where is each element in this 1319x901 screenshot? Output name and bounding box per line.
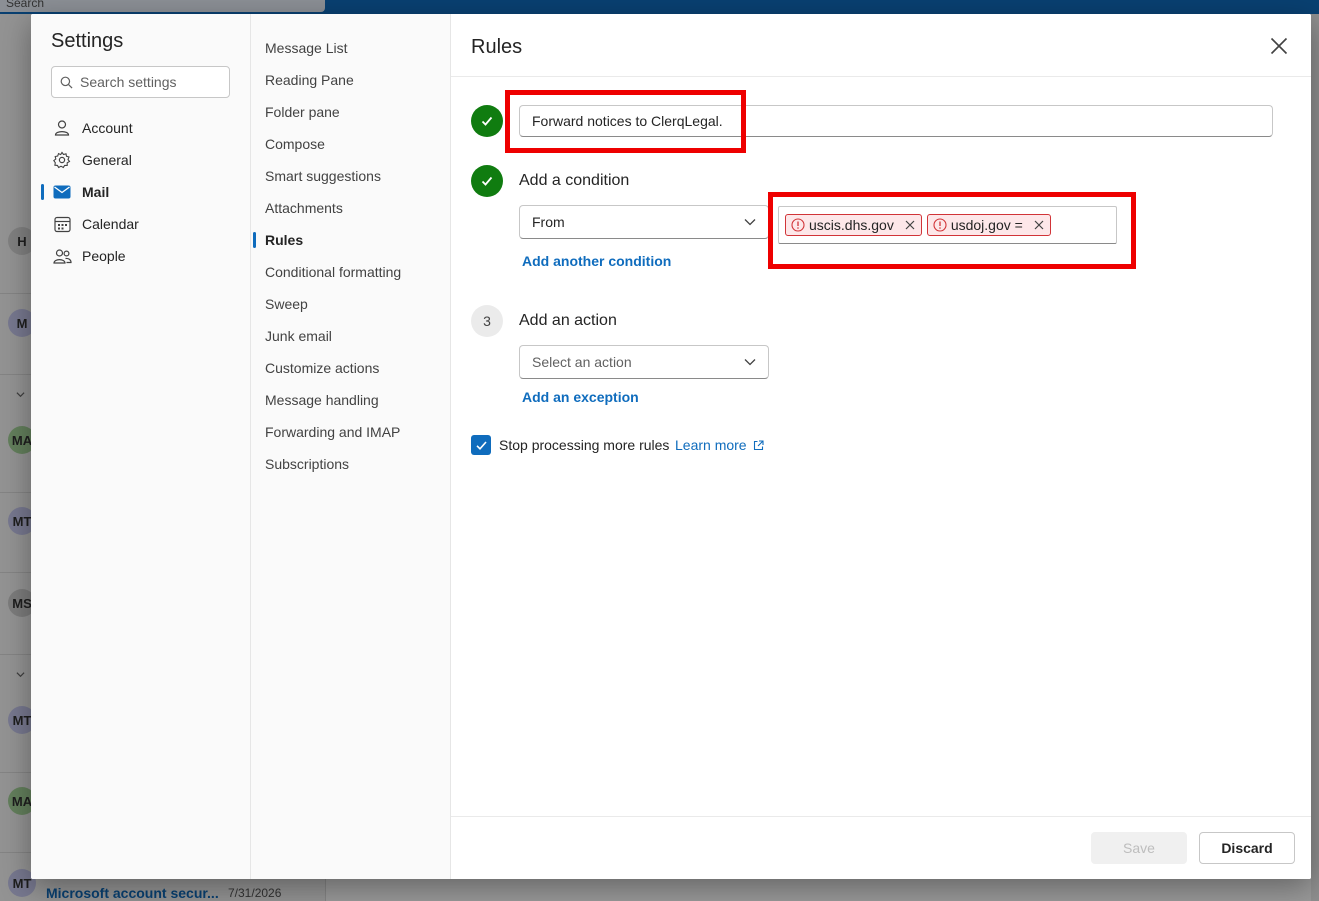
stop-processing-checkbox[interactable] bbox=[471, 435, 491, 455]
action-heading: Add an action bbox=[519, 312, 617, 329]
step-1-complete-badge bbox=[471, 105, 503, 137]
nav-item-label: People bbox=[82, 248, 126, 264]
remove-chip-icon[interactable] bbox=[1032, 218, 1046, 232]
subnav-item-rules[interactable]: Rules bbox=[253, 224, 445, 256]
nav-item-label: General bbox=[82, 152, 132, 168]
add-another-condition-link[interactable]: Add another condition bbox=[522, 253, 671, 269]
error-icon bbox=[791, 218, 805, 232]
settings-title: Settings bbox=[51, 30, 124, 52]
subnav-item-compose[interactable]: Compose bbox=[265, 128, 445, 160]
subnav-item-forwarding-imap[interactable]: Forwarding and IMAP bbox=[265, 416, 445, 448]
subnav-item-conditional-formatting[interactable]: Conditional formatting bbox=[265, 256, 445, 288]
subnav-item-smart-suggestions[interactable]: Smart suggestions bbox=[265, 160, 445, 192]
chevron-down-icon bbox=[744, 219, 756, 226]
condition-dropdown-value: From bbox=[532, 214, 565, 230]
address-chip-label: uscis.dhs.gov bbox=[809, 217, 894, 233]
subnav-item-message-list[interactable]: Message List bbox=[265, 32, 445, 64]
checkmark-icon bbox=[481, 176, 493, 186]
rule-name-input[interactable] bbox=[519, 105, 1273, 137]
add-exception-link[interactable]: Add an exception bbox=[522, 389, 639, 405]
subnav-item-subscriptions[interactable]: Subscriptions bbox=[265, 448, 445, 480]
step-3-badge: 3 bbox=[471, 305, 503, 337]
stop-processing-label: Stop processing more rules bbox=[499, 437, 670, 453]
address-chip[interactable]: usdoj.gov = bbox=[926, 214, 1051, 236]
nav-item-account[interactable]: Account bbox=[41, 112, 241, 144]
search-icon bbox=[60, 76, 73, 88]
subnav-item-reading-pane[interactable]: Reading Pane bbox=[265, 64, 445, 96]
learn-more-label: Learn more bbox=[675, 437, 747, 453]
mail-icon bbox=[51, 181, 73, 203]
gear-icon bbox=[51, 149, 73, 171]
subnav-item-message-handling[interactable]: Message handling bbox=[265, 384, 445, 416]
action-dropdown-placeholder: Select an action bbox=[532, 354, 632, 370]
page-title: Rules bbox=[471, 36, 523, 58]
subnav-item-junk-email[interactable]: Junk email bbox=[265, 320, 445, 352]
step-2-complete-badge bbox=[471, 165, 503, 197]
person-icon bbox=[51, 117, 73, 139]
nav-item-mail[interactable]: Mail bbox=[41, 176, 241, 208]
nav-item-calendar[interactable]: Calendar bbox=[41, 208, 241, 240]
checkmark-icon bbox=[481, 116, 493, 126]
nav-item-label: Calendar bbox=[82, 216, 139, 232]
remove-chip-icon[interactable] bbox=[903, 218, 917, 232]
address-chip-label: usdoj.gov = bbox=[950, 217, 1023, 233]
mail-subnav: Message List Reading Pane Folder pane Co… bbox=[251, 14, 451, 879]
action-dropdown[interactable]: Select an action bbox=[519, 345, 769, 379]
settings-nav: Settings Account General Mail bbox=[31, 14, 251, 879]
chevron-down-icon bbox=[744, 359, 756, 366]
close-icon bbox=[1270, 37, 1288, 55]
checkmark-icon bbox=[475, 440, 487, 450]
nav-item-label: Mail bbox=[82, 184, 110, 200]
error-icon bbox=[933, 218, 947, 232]
nav-item-label: Account bbox=[82, 120, 133, 136]
nav-item-people[interactable]: People bbox=[41, 240, 241, 272]
condition-value-field[interactable]: uscis.dhs.gov usdoj.gov = bbox=[778, 206, 1117, 244]
save-button[interactable]: Save bbox=[1091, 832, 1187, 864]
learn-more-link[interactable]: Learn more bbox=[675, 437, 764, 453]
subnav-item-customize-actions[interactable]: Customize actions bbox=[265, 352, 445, 384]
search-settings-box[interactable] bbox=[51, 66, 230, 98]
rules-pane: Rules Add a condition From uscis.dhs.gov bbox=[451, 14, 1311, 879]
calendar-icon bbox=[51, 213, 73, 235]
external-link-icon bbox=[753, 439, 764, 450]
close-button[interactable] bbox=[1265, 32, 1293, 60]
subnav-item-sweep[interactable]: Sweep bbox=[265, 288, 445, 320]
header-divider bbox=[451, 76, 1311, 77]
condition-heading: Add a condition bbox=[519, 172, 630, 189]
address-chip[interactable]: uscis.dhs.gov bbox=[785, 214, 922, 236]
people-icon bbox=[51, 245, 73, 267]
search-settings-input[interactable] bbox=[80, 74, 220, 90]
condition-dropdown[interactable]: From bbox=[519, 205, 769, 239]
nav-item-general[interactable]: General bbox=[41, 144, 241, 176]
subnav-item-folder-pane[interactable]: Folder pane bbox=[265, 96, 445, 128]
subnav-item-attachments[interactable]: Attachments bbox=[265, 192, 445, 224]
footer-divider bbox=[451, 816, 1311, 817]
discard-button[interactable]: Discard bbox=[1199, 832, 1295, 864]
settings-dialog: Settings Account General Mail bbox=[31, 14, 1311, 879]
